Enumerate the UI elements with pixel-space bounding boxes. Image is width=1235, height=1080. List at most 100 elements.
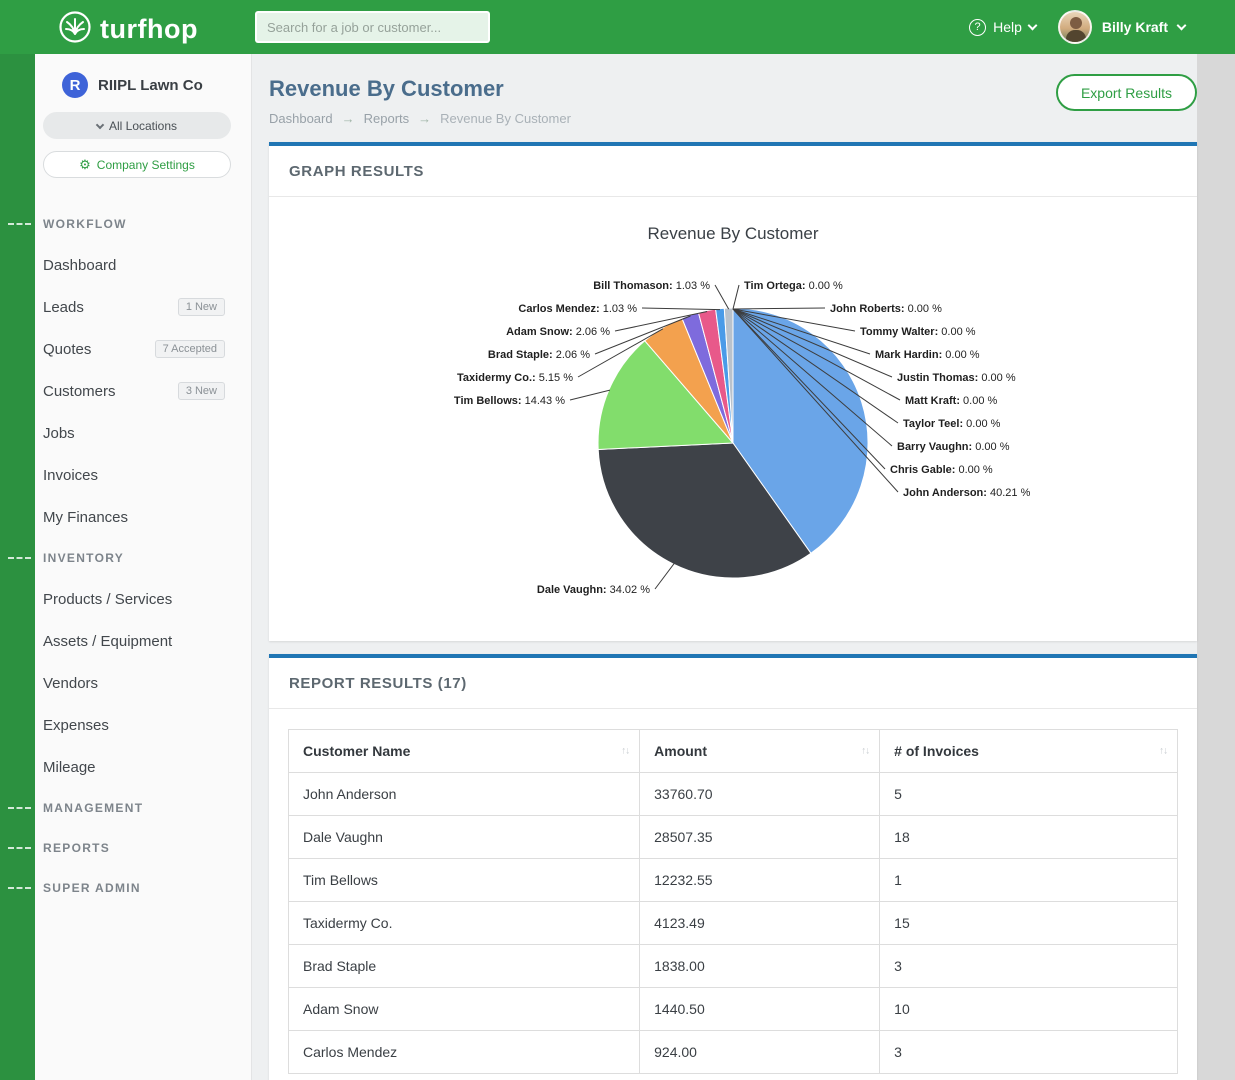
graph-results-card: GRAPH RESULTS Revenue By Customer John An… xyxy=(269,142,1197,641)
turfhop-logo-icon xyxy=(58,10,92,49)
table-row: Dale Vaughn28507.3518 xyxy=(289,816,1178,859)
sidebar-item-quotes[interactable]: Quotes7 Accepted xyxy=(35,328,251,370)
breadcrumb-dashboard[interactable]: Dashboard xyxy=(269,111,333,126)
sidebar-item-invoices[interactable]: Invoices xyxy=(35,454,251,496)
label-line-tim-bellows xyxy=(570,390,610,400)
table-header-row: Customer Name↑↓ Amount ↑↓ # of Invoices↑↓ xyxy=(289,730,1178,773)
sidebar-item-leads[interactable]: Leads 1 New xyxy=(35,286,251,328)
col-header-customer-name[interactable]: Customer Name↑↓ xyxy=(289,730,640,773)
sidebar-item-dashboard[interactable]: Dashboard xyxy=(35,244,251,286)
report-card-title: REPORT RESULTS (17) xyxy=(269,658,1197,709)
col-header-label: Amount xyxy=(654,743,707,759)
cell-customer-name: Brad Staple xyxy=(289,945,640,988)
table-row: Tim Bellows12232.551 xyxy=(289,859,1178,902)
nav-section-reports[interactable]: REPORTS xyxy=(35,828,251,868)
pie-label-mark-hardin: Mark Hardin: 0.00 % xyxy=(875,349,980,361)
nav-section-management[interactable]: MANAGEMENT xyxy=(35,788,251,828)
col-header-of-invoices[interactable]: # of Invoices↑↓ xyxy=(880,730,1178,773)
cell-amount: 28507.35 xyxy=(640,816,880,859)
all-locations-label: All Locations xyxy=(109,119,177,133)
app-body: R RIIPL Lawn Co All Locations ⚙ Company … xyxy=(0,54,1197,1080)
user-name: Billy Kraft xyxy=(1102,19,1168,35)
nav-section-label: SUPER ADMIN xyxy=(43,881,141,895)
col-header-amount[interactable]: Amount ↑↓ xyxy=(640,730,880,773)
sidebar-item-vendors[interactable]: Vendors xyxy=(35,662,251,704)
topbar-right: ? Help Billy Kraft xyxy=(969,0,1185,54)
cell-amount: 12232.55 xyxy=(640,859,880,902)
sidebar-item-assets-equipment[interactable]: Assets / Equipment xyxy=(35,620,251,662)
topbar: turfhop ? Help Billy Kraft xyxy=(0,0,1235,54)
nav-section-label: REPORTS xyxy=(43,841,110,855)
arrow-right-icon: → xyxy=(418,111,431,126)
table-row: Brad Staple1838.003 xyxy=(289,945,1178,988)
search-input[interactable] xyxy=(255,11,490,43)
avatar xyxy=(1058,10,1092,44)
dash-icon xyxy=(8,557,31,559)
nav-section-super-admin[interactable]: SUPER ADMIN xyxy=(35,868,251,908)
sidebar-item-label: Leads xyxy=(43,299,84,316)
cell-of-invoices: 3 xyxy=(880,945,1178,988)
table-row: Taxidermy Co.4123.4915 xyxy=(289,902,1178,945)
cell-of-invoices: 15 xyxy=(880,902,1178,945)
sidebar-item-mileage[interactable]: Mileage xyxy=(35,746,251,788)
user-menu[interactable]: Billy Kraft xyxy=(1058,10,1185,44)
gear-icon: ⚙ xyxy=(79,158,91,171)
pie-label-john-anderson: John Anderson: 40.21 % xyxy=(903,487,1031,499)
sidebar-item-customers[interactable]: Customers3 New xyxy=(35,370,251,412)
chevron-down-icon xyxy=(96,120,104,128)
sidebar-nav: WORKFLOW Dashboard Leads 1 New Quotes7 Accep… xyxy=(35,204,251,908)
pie-label-matt-kraft: Matt Kraft: 0.00 % xyxy=(905,395,998,407)
status-badge: 1 New xyxy=(178,298,225,316)
cell-amount: 1440.50 xyxy=(640,988,880,1031)
all-locations-dropdown[interactable]: All Locations xyxy=(43,112,231,139)
nav-section-workflow[interactable]: WORKFLOW xyxy=(35,204,251,244)
sidebar-item-jobs[interactable]: Jobs xyxy=(35,412,251,454)
company-logo-icon: R xyxy=(62,72,88,98)
pie-label-taylor-teel: Taylor Teel: 0.00 % xyxy=(903,418,1001,430)
dash-icon xyxy=(8,807,31,809)
label-line-carlos-mendez xyxy=(642,308,720,310)
nav-section-label: INVENTORY xyxy=(43,551,124,565)
table-row: John Anderson33760.705 xyxy=(289,773,1178,816)
sidebar-item-products-services[interactable]: Products / Services xyxy=(35,578,251,620)
sidebar-item-my-finances[interactable]: My Finances xyxy=(35,496,251,538)
cell-amount: 924.00 xyxy=(640,1031,880,1074)
cell-customer-name: Carlos Mendez xyxy=(289,1031,640,1074)
nav-section-label: MANAGEMENT xyxy=(43,801,143,815)
pie-label-tim-ortega: Tim Ortega: 0.00 % xyxy=(744,280,843,292)
export-results-button[interactable]: Export Results xyxy=(1056,74,1197,111)
sidebar-item-label: Invoices xyxy=(43,467,98,484)
brand-name: turfhop xyxy=(100,14,198,45)
sort-icon: ↑↓ xyxy=(621,746,629,757)
report-table-wrapper: Customer Name↑↓ Amount ↑↓ # of Invoices↑↓ J… xyxy=(269,709,1197,1080)
cell-of-invoices: 3 xyxy=(880,1031,1178,1074)
nav-section-inventory[interactable]: INVENTORY xyxy=(35,538,251,578)
pie-label-tommy-walter: Tommy Walter: 0.00 % xyxy=(860,326,976,338)
pie-label-tim-bellows: Tim Bellows: 14.43 % xyxy=(454,395,565,407)
help-label: Help xyxy=(993,19,1022,35)
help-menu[interactable]: ? Help xyxy=(969,19,1036,36)
main-content: Revenue By Customer Dashboard → Reports … xyxy=(252,54,1197,1080)
label-line-tim-ortega xyxy=(733,285,739,309)
cell-customer-name: John Anderson xyxy=(289,773,640,816)
breadcrumb-current: Revenue By Customer xyxy=(440,111,571,126)
cell-amount: 1838.00 xyxy=(640,945,880,988)
sidebar-item-label: Dashboard xyxy=(43,257,116,274)
graph-card-title: GRAPH RESULTS xyxy=(269,146,1197,197)
sidebar-item-label: Vendors xyxy=(43,675,98,692)
turfhop-logo: turfhop xyxy=(58,10,198,49)
help-icon: ? xyxy=(969,19,986,36)
sort-icon: ↑↓ xyxy=(861,746,869,757)
breadcrumb: Dashboard → Reports → Revenue By Custome… xyxy=(269,111,1197,126)
sidebar-item-expenses[interactable]: Expenses xyxy=(35,704,251,746)
cell-amount: 4123.49 xyxy=(640,902,880,945)
sidebar-item-label: My Finances xyxy=(43,509,128,526)
sidebar-item-label: Assets / Equipment xyxy=(43,633,172,650)
dash-icon xyxy=(8,847,31,849)
chevron-down-icon xyxy=(1177,20,1187,30)
breadcrumb-reports[interactable]: Reports xyxy=(364,111,410,126)
chart-title: Revenue By Customer xyxy=(647,224,818,243)
cell-customer-name: Dale Vaughn xyxy=(289,816,640,859)
chevron-down-icon xyxy=(1027,20,1037,30)
company-settings-button[interactable]: ⚙ Company Settings xyxy=(43,151,231,178)
